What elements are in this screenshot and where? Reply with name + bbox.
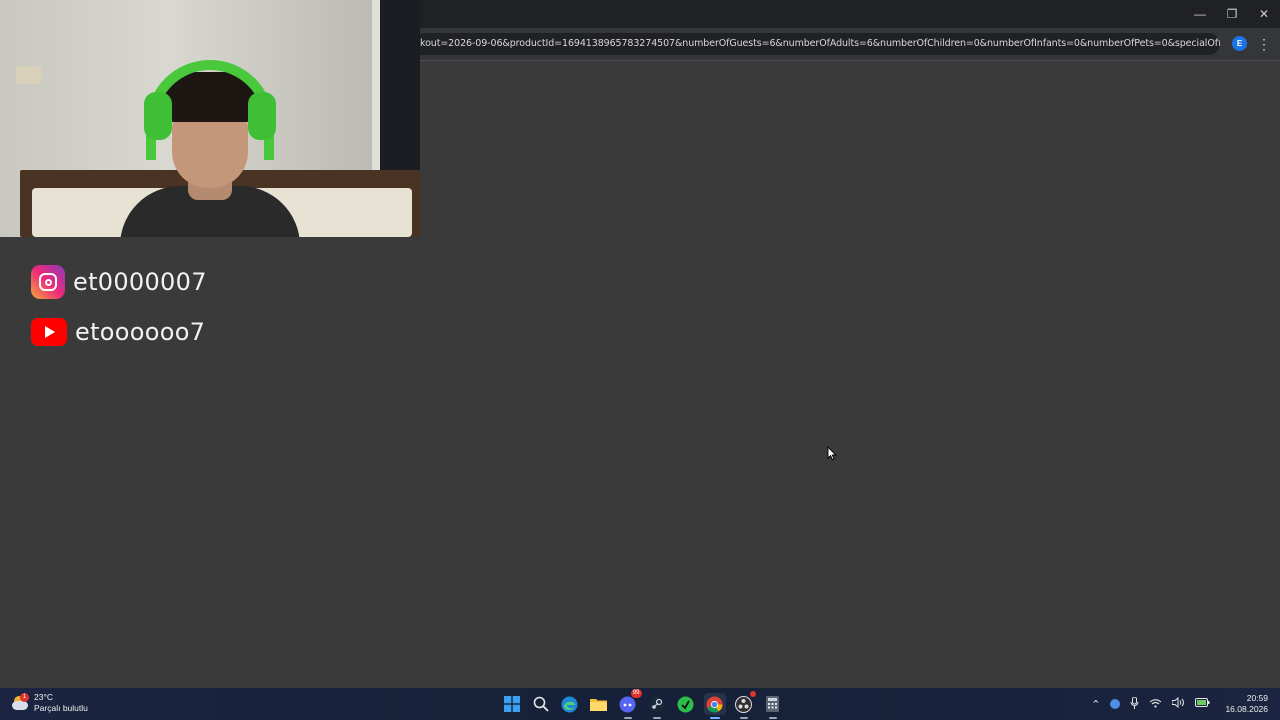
start-icon[interactable] <box>501 693 523 715</box>
file-explorer-icon[interactable] <box>588 693 610 715</box>
taskbar: 1 23°C Parçalı bulutlu 99 ⌃ 20:59 16.08.… <box>0 688 1280 720</box>
clock-date: 16.08.2026 <box>1225 704 1268 714</box>
close-button[interactable]: ✕ <box>1248 0 1280 28</box>
instagram-handle: et0000007 <box>73 268 207 296</box>
wall-outlet <box>16 66 42 84</box>
steam-icon[interactable] <box>646 693 668 719</box>
instagram-row: et0000007 <box>31 265 207 299</box>
headset-right-cup <box>248 92 276 140</box>
restore-button[interactable]: ❐ <box>1216 0 1248 28</box>
youtube-handle: etoooooo7 <box>75 318 206 346</box>
weather-temp: 23°C <box>34 692 53 702</box>
volume-icon[interactable] <box>1171 696 1185 711</box>
youtube-icon <box>31 318 67 346</box>
profile-avatar[interactable]: E <box>1232 36 1247 51</box>
edge-icon[interactable] <box>559 693 581 715</box>
system-tray: ⌃ 20:59 16.08.2026 <box>1086 688 1280 720</box>
instagram-icon <box>31 265 65 299</box>
weather-widget[interactable]: 1 23°C Parçalı bulutlu <box>12 692 88 714</box>
youtube-row: etoooooo7 <box>31 318 205 346</box>
clock[interactable]: 20:59 16.08.2026 <box>1225 693 1268 715</box>
tray-app-icon[interactable] <box>1110 699 1121 709</box>
battery-icon[interactable] <box>1195 698 1210 710</box>
wifi-icon[interactable] <box>1149 698 1162 711</box>
obs-icon[interactable] <box>733 691 756 719</box>
clock-time: 20:59 <box>1246 693 1268 703</box>
mouse-cursor-icon <box>827 446 837 461</box>
microphone-icon[interactable] <box>1130 696 1139 712</box>
more-menu-icon[interactable]: ⋮ <box>1257 35 1271 53</box>
weather-desc: Parçalı bulutlu <box>34 703 88 713</box>
app-icon[interactable] <box>675 693 697 715</box>
url-text: kout=2026-09-06&productId=16941389657832… <box>420 38 1220 49</box>
discord-badge: 99 <box>630 689 642 698</box>
address-bar[interactable]: kout=2026-09-06&productId=16941389657832… <box>412 33 1220 55</box>
headset-left-cup <box>144 92 172 140</box>
search-icon[interactable] <box>530 693 552 715</box>
discord-icon[interactable]: 99 <box>617 689 642 719</box>
chevron-up-icon[interactable]: ⌃ <box>1091 698 1100 711</box>
chrome-icon[interactable] <box>703 693 726 719</box>
obs-recording-dot <box>749 691 756 697</box>
minimize-button[interactable]: — <box>1184 0 1216 28</box>
weather-badge: 1 <box>20 693 29 702</box>
weather-icon: 1 <box>12 693 30 711</box>
webcam-overlay <box>0 0 420 237</box>
taskbar-apps: 99 <box>497 688 787 720</box>
calculator-icon[interactable] <box>762 693 784 719</box>
